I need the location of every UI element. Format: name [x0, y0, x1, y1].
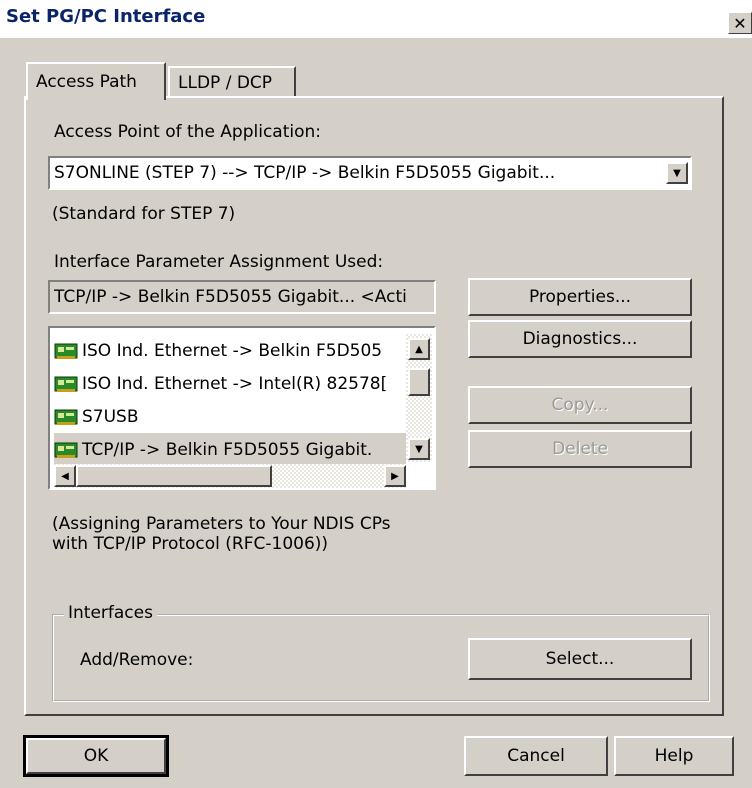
- list-item[interactable]: ISO Ind. Ethernet -> Intel(R) 82578[: [54, 367, 406, 400]
- copy-button[interactable]: Copy...: [468, 386, 692, 424]
- properties-button[interactable]: Properties...: [468, 278, 692, 316]
- network-card-icon: [54, 408, 80, 426]
- scroll-right-button[interactable]: ▶: [384, 465, 406, 487]
- help-button[interactable]: Help: [614, 736, 734, 776]
- list-item[interactable]: ISO Ind. Ethernet -> Belkin F5D505: [54, 334, 406, 367]
- vertical-scroll-thumb[interactable]: [408, 368, 430, 396]
- close-button[interactable]: ✕: [728, 12, 752, 34]
- ok-button-face: OK: [26, 738, 166, 774]
- active-tab-joint: [28, 96, 164, 99]
- interface-param-list[interactable]: ISO Ind. Ethernet -> Belkin F5D505 ISO I…: [48, 326, 436, 490]
- interfaces-group-legend: Interfaces: [64, 603, 157, 623]
- access-point-label: Access Point of the Application:: [54, 122, 322, 142]
- arrow-right-icon: ▶: [391, 470, 399, 482]
- arrow-up-icon: ▲: [415, 343, 423, 355]
- list-item-label: ISO Ind. Ethernet -> Intel(R) 82578[: [82, 373, 388, 394]
- select-button[interactable]: Select...: [468, 638, 692, 680]
- arrow-left-icon: ◀: [61, 470, 69, 482]
- list-item[interactable]: S7USB: [54, 400, 406, 433]
- list-item-selected[interactable]: TCP/IP -> Belkin F5D5055 Gigabit.: [54, 433, 406, 466]
- arrow-down-icon: ▼: [415, 443, 423, 455]
- access-point-dropdown-button[interactable]: ▼: [666, 162, 688, 184]
- interface-param-description-line2: with TCP/IP Protocol (RFC-1006)): [52, 534, 329, 554]
- diagnostics-button[interactable]: Diagnostics...: [468, 320, 692, 358]
- close-icon: ✕: [733, 14, 747, 33]
- network-card-icon: [54, 441, 80, 459]
- interface-param-current-value: TCP/IP -> Belkin F5D5055 Gigabit... <Act…: [50, 282, 434, 312]
- tab-access-path-label: Access Path: [36, 72, 137, 92]
- list-item-label: ISO Ind. Ethernet -> Belkin F5D505: [82, 340, 383, 361]
- access-point-note: (Standard for STEP 7): [52, 204, 236, 224]
- interface-param-label: Interface Parameter Assignment Used:: [54, 252, 384, 272]
- cancel-button[interactable]: Cancel: [464, 736, 608, 776]
- ok-button[interactable]: OK: [23, 735, 169, 777]
- scroll-down-button[interactable]: ▼: [408, 438, 430, 460]
- scroll-left-button[interactable]: ◀: [54, 465, 76, 487]
- tab-access-path[interactable]: Access Path: [26, 62, 166, 100]
- scroll-up-button[interactable]: ▲: [408, 338, 430, 360]
- interface-param-description-line1: (Assigning Parameters to Your NDIS CPs: [52, 514, 391, 534]
- list-item-label: S7USB: [82, 406, 139, 427]
- window-title: Set PG/PC Interface: [6, 6, 206, 27]
- list-horizontal-scrollbar[interactable]: ◀ ▶: [54, 464, 406, 488]
- horizontal-scroll-thumb[interactable]: [76, 465, 272, 487]
- add-remove-label: Add/Remove:: [80, 650, 194, 670]
- network-card-icon: [54, 375, 80, 393]
- network-card-icon: [54, 342, 80, 360]
- access-point-value: S7ONLINE (STEP 7) --> TCP/IP -> Belkin F…: [50, 158, 664, 188]
- list-item-label: TCP/IP -> Belkin F5D5055 Gigabit.: [82, 439, 373, 460]
- interface-param-current: TCP/IP -> Belkin F5D5055 Gigabit... <Act…: [48, 280, 436, 314]
- delete-button[interactable]: Delete: [468, 430, 692, 468]
- tab-lldp-dcp-label: LLDP / DCP: [178, 73, 273, 93]
- access-point-combo[interactable]: S7ONLINE (STEP 7) --> TCP/IP -> Belkin F…: [48, 156, 692, 190]
- list-vertical-scrollbar[interactable]: ▲ ▼: [406, 334, 432, 462]
- chevron-down-icon: ▼: [673, 167, 681, 179]
- tab-lldp-dcp[interactable]: LLDP / DCP: [168, 66, 296, 98]
